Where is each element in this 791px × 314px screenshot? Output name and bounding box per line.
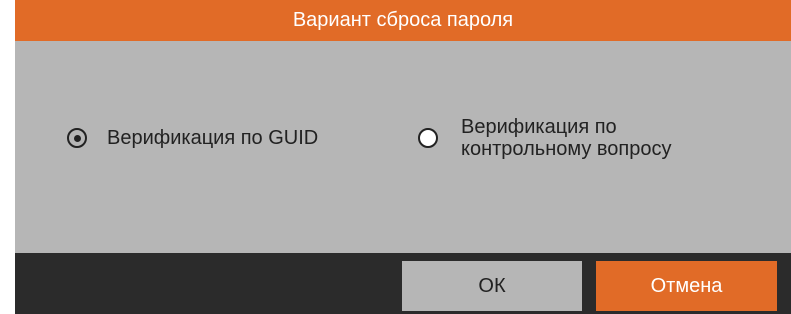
radio-unselected-icon[interactable] xyxy=(418,128,438,148)
option-guid-verification[interactable]: Верификация по GUID xyxy=(67,120,318,156)
dialog-content: Верификация по GUID Верификация по контр… xyxy=(15,41,791,253)
password-reset-dialog: Вариант сброса пароля Верификация по GUI… xyxy=(15,0,791,314)
dialog-title: Вариант сброса пароля xyxy=(292,9,514,31)
ok-button[interactable]: ОК xyxy=(402,261,582,311)
dialog-title-bar: Вариант сброса пароля xyxy=(15,0,791,41)
dialog-footer: ОК Отмена xyxy=(15,253,791,314)
radio-dot xyxy=(73,134,81,142)
option-security-question-label[interactable]: Верификация по контрольному вопросу xyxy=(461,116,711,160)
cancel-button[interactable]: Отмена xyxy=(596,261,777,311)
option-security-question-verification[interactable]: Верификация по контрольному вопросу xyxy=(418,116,711,160)
option-guid-label[interactable]: Верификация по GUID xyxy=(107,127,318,149)
radio-selected-icon[interactable] xyxy=(67,128,87,148)
